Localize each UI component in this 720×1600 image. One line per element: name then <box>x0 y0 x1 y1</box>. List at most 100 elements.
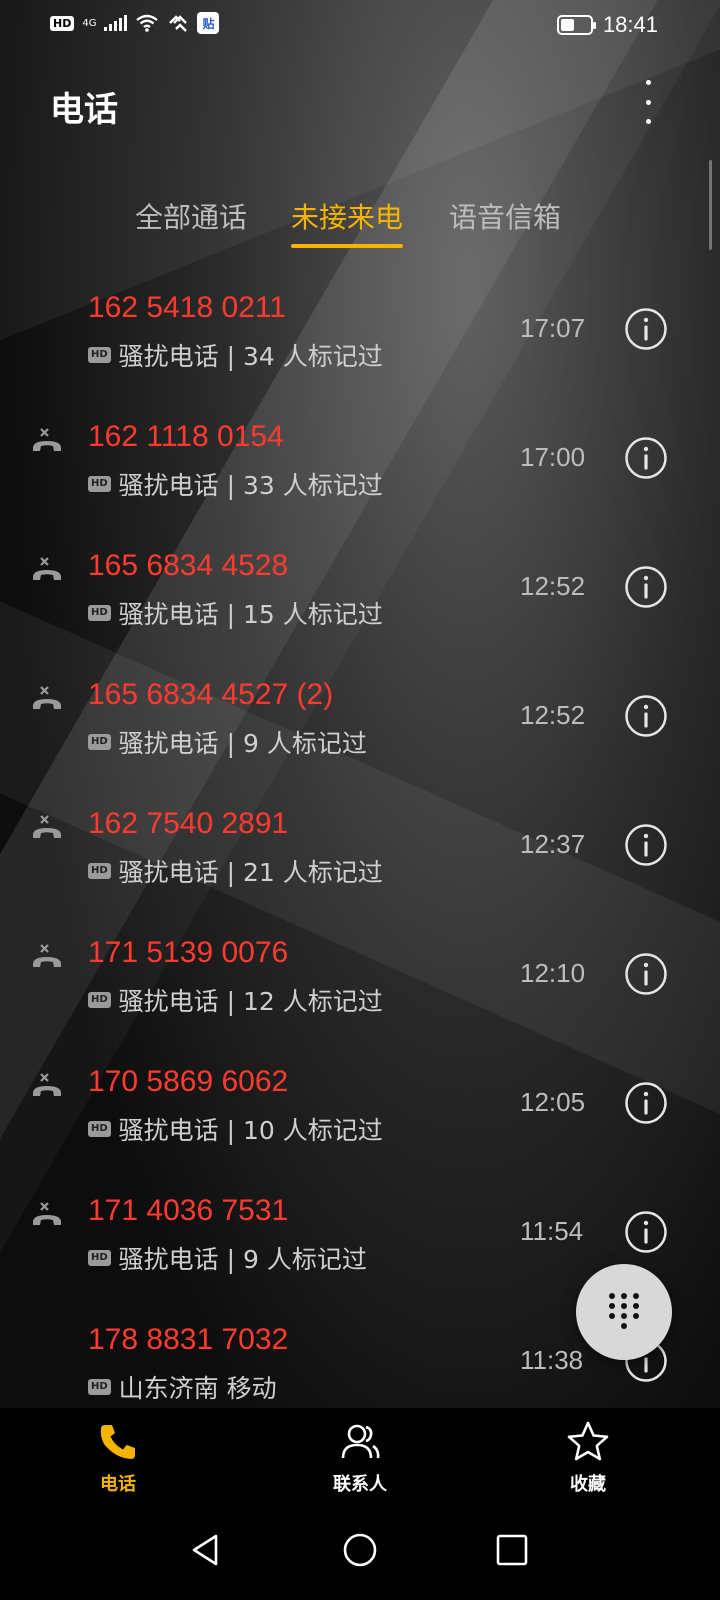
call-description: 骚扰电话 | 10 人标记过 <box>118 1116 383 1145</box>
missed-call-icon <box>33 1202 61 1225</box>
call-number: 171 4036 7531 <box>88 1194 289 1227</box>
info-icon[interactable] <box>624 694 668 738</box>
call-subtitle: HD 山东济南 移动 <box>88 1369 277 1405</box>
nav-label: 收藏 <box>570 1474 606 1495</box>
call-time: 17:07 <box>520 313 586 343</box>
phone-icon <box>100 1425 135 1459</box>
call-row[interactable]: 162 5418 0211 HD 骚扰电话 | 34 人标记过 17:07 <box>0 265 720 394</box>
call-number: 162 5418 0211 <box>88 291 286 324</box>
missed-call-icon <box>33 428 61 451</box>
call-description: 山东济南 移动 <box>118 1374 277 1403</box>
nav-phone[interactable]: 电话 <box>48 1420 188 1496</box>
home-icon[interactable] <box>340 1530 380 1570</box>
tab-label: 语音信箱 <box>449 201 562 234</box>
signal-icon <box>104 15 128 31</box>
back-icon[interactable] <box>186 1530 226 1570</box>
tab-missed-calls[interactable]: 未接来电 <box>291 196 404 248</box>
status-icons-left: HD 4G 贴 <box>50 12 220 34</box>
star-icon <box>567 1421 609 1461</box>
tab-all-calls[interactable]: 全部通话 <box>135 196 247 236</box>
call-time: 12:37 <box>520 829 586 859</box>
call-number: 162 7540 2891 <box>88 807 289 840</box>
missed-call-icon <box>33 815 61 838</box>
call-description: 骚扰电话 | 9 人标记过 <box>118 729 367 758</box>
nfc-icon <box>169 15 188 32</box>
call-time: 12:05 <box>520 1087 586 1117</box>
status-icons-right: 18:41 <box>556 12 658 38</box>
hd-badge: HD <box>88 605 111 621</box>
call-row[interactable]: 170 5869 6062 HD 骚扰电话 | 10 人标记过 12:05 <box>0 1039 720 1168</box>
network-type: 4G <box>82 17 97 29</box>
tab-active-indicator <box>291 244 404 248</box>
call-subtitle: HD 骚扰电话 | 12 人标记过 <box>88 982 383 1018</box>
status-time: 18:41 <box>602 12 658 37</box>
call-subtitle: HD 骚扰电话 | 33 人标记过 <box>88 466 383 502</box>
system-navigation <box>0 1502 720 1600</box>
missed-call-list[interactable]: 162 5418 0211 HD 骚扰电话 | 34 人标记过 17:07 162 11… <box>0 265 720 1408</box>
wifi-icon <box>136 14 159 32</box>
call-number: 170 5869 6062 <box>88 1065 289 1098</box>
missed-call-icon <box>33 1073 61 1096</box>
call-row[interactable]: 165 6834 4528 HD 骚扰电话 | 15 人标记过 12:52 <box>0 523 720 652</box>
tab-voicemail[interactable]: 语音信箱 <box>449 196 561 236</box>
info-icon[interactable] <box>624 1081 668 1125</box>
tab-label: 未接来电 <box>291 201 404 234</box>
call-number: 162 1118 0154 <box>88 420 284 453</box>
info-icon[interactable] <box>624 1210 668 1254</box>
call-description: 骚扰电话 | 12 人标记过 <box>118 987 383 1016</box>
call-row[interactable]: 165 6834 4527 (2) HD 骚扰电话 | 9 人标记过 12:52 <box>0 652 720 781</box>
info-icon[interactable] <box>624 307 668 351</box>
call-subtitle: HD 骚扰电话 | 15 人标记过 <box>88 595 383 631</box>
call-time: 11:54 <box>520 1216 584 1246</box>
call-description: 骚扰电话 | 9 人标记过 <box>118 1245 367 1274</box>
tab-bar: 全部通话 未接来电 语音信箱 <box>0 196 720 256</box>
missed-call-icon <box>33 944 61 967</box>
recents-icon[interactable] <box>492 1530 532 1570</box>
call-time: 11:38 <box>520 1345 584 1375</box>
call-description: 骚扰电话 | 15 人标记过 <box>118 600 383 629</box>
call-row[interactable]: 162 7540 2891 HD 骚扰电话 | 21 人标记过 12:37 <box>0 781 720 910</box>
hd-badge: HD <box>88 734 111 750</box>
page-title: 电话 <box>50 90 118 130</box>
call-time: 17:00 <box>520 442 586 472</box>
tab-label: 全部通话 <box>135 201 248 234</box>
status-bar: HD 4G 贴 18:41 <box>0 0 720 50</box>
missed-call-icon <box>33 557 61 580</box>
dialpad-icon <box>606 1292 642 1332</box>
call-subtitle: HD 骚扰电话 | 21 人标记过 <box>88 853 383 889</box>
call-number: 165 6834 4527 (2) <box>88 678 334 711</box>
call-row[interactable]: 162 1118 0154 HD 骚扰电话 | 33 人标记过 17:00 <box>0 394 720 523</box>
info-icon[interactable] <box>624 823 668 867</box>
call-time: 12:10 <box>520 958 586 988</box>
call-description: 骚扰电话 | 21 人标记过 <box>118 858 383 887</box>
battery-icon <box>556 15 596 35</box>
call-description: 骚扰电话 | 34 人标记过 <box>118 342 383 371</box>
nav-label: 电话 <box>100 1474 136 1495</box>
bottom-navigation: 电话 联系人 收藏 <box>0 1408 720 1502</box>
call-time: 12:52 <box>520 700 586 730</box>
hd-badge: HD <box>88 1250 111 1266</box>
hd-badge: HD <box>88 1379 111 1395</box>
dialpad-button[interactable] <box>576 1264 672 1360</box>
call-subtitle: HD 骚扰电话 | 34 人标记过 <box>88 337 383 373</box>
call-number: 171 5139 0076 <box>88 936 289 969</box>
hd-badge: HD <box>88 992 111 1008</box>
hd-badge: HD <box>88 863 111 879</box>
nav-contacts[interactable]: 联系人 <box>290 1420 430 1496</box>
call-number: 178 8831 7032 <box>88 1323 289 1356</box>
call-subtitle: HD 骚扰电话 | 9 人标记过 <box>88 1240 367 1276</box>
hd-badge: HD <box>88 476 111 492</box>
contacts-icon <box>341 1424 380 1459</box>
more-vertical-icon[interactable] <box>640 80 656 124</box>
notification-app-icon: 贴 <box>197 12 220 34</box>
call-row[interactable]: 171 5139 0076 HD 骚扰电话 | 12 人标记过 12:10 <box>0 910 720 1039</box>
hd-badge: HD <box>88 347 111 363</box>
nav-favorites[interactable]: 收藏 <box>518 1420 658 1496</box>
info-icon[interactable] <box>624 952 668 996</box>
call-subtitle: HD 骚扰电话 | 9 人标记过 <box>88 724 367 760</box>
info-icon[interactable] <box>624 565 668 609</box>
nav-label: 联系人 <box>333 1474 387 1495</box>
call-subtitle: HD 骚扰电话 | 10 人标记过 <box>88 1111 383 1147</box>
call-time: 12:52 <box>520 571 586 601</box>
info-icon[interactable] <box>624 436 668 480</box>
